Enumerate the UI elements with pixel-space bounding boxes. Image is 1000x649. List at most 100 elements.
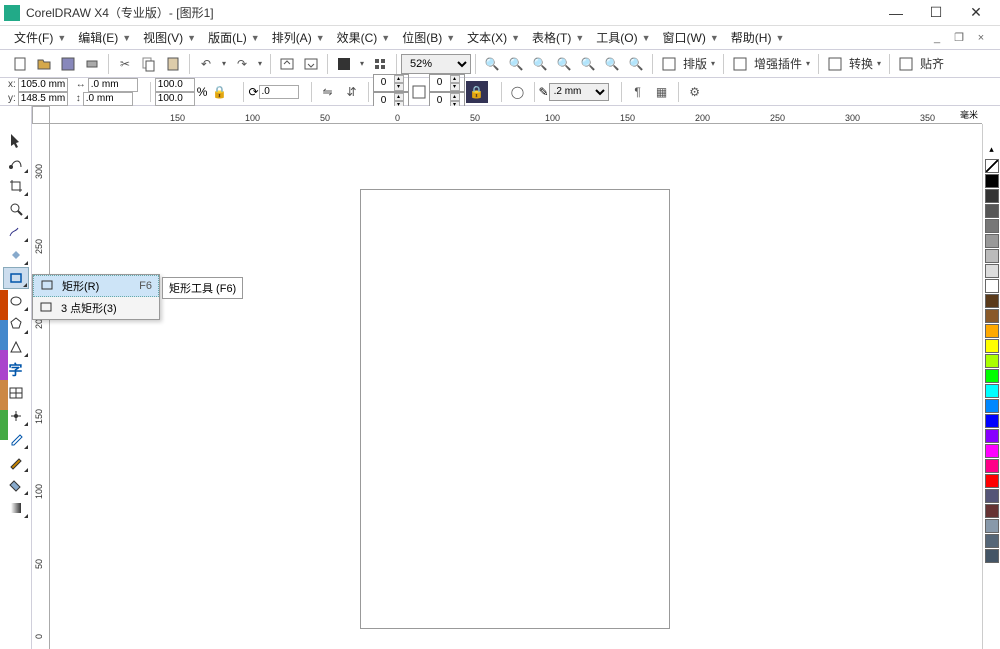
cut-button[interactable]: ✂ xyxy=(114,53,136,75)
canvas-area[interactable] xyxy=(50,124,982,649)
redo-dropdown[interactable]: ▾ xyxy=(255,53,265,75)
shape-tool[interactable] xyxy=(3,152,29,174)
swatch-6[interactable] xyxy=(985,249,999,263)
swatch-1[interactable] xyxy=(985,174,999,188)
outline-width-select[interactable]: .2 mm xyxy=(549,83,609,101)
menu-2[interactable]: 视图(V)▼ xyxy=(137,27,202,49)
interactive-fill-tool[interactable] xyxy=(3,497,29,519)
undo-button[interactable]: ↶ xyxy=(195,53,217,75)
zoom-out-button[interactable]: 🔍 xyxy=(505,53,527,75)
behind-fill-button[interactable]: ▦ xyxy=(651,81,673,103)
swatch-26[interactable] xyxy=(985,549,999,563)
swatch-19[interactable] xyxy=(985,444,999,458)
menu-11[interactable]: 帮助(H)▼ xyxy=(725,27,791,49)
new-button[interactable] xyxy=(9,53,31,75)
tb-right-label-1[interactable]: 增强插件 xyxy=(754,55,802,72)
corner-tl-spinner[interactable]: ▴▾ xyxy=(373,74,409,92)
menu-1[interactable]: 编辑(E)▼ xyxy=(72,27,137,49)
wrap-text-button[interactable]: ¶ xyxy=(627,81,649,103)
swatch-13[interactable] xyxy=(985,354,999,368)
undo-dropdown[interactable]: ▾ xyxy=(219,53,229,75)
swatch-21[interactable] xyxy=(985,474,999,488)
menu-7[interactable]: 文本(X)▼ xyxy=(461,27,526,49)
swatch-7[interactable] xyxy=(985,264,999,278)
export-button[interactable] xyxy=(300,53,322,75)
zoom-selection-button[interactable]: 🔍 xyxy=(553,53,575,75)
swatch-0[interactable] xyxy=(985,159,999,173)
to-curve-button[interactable]: ◯ xyxy=(507,81,529,103)
freehand-tool[interactable] xyxy=(3,221,29,243)
pick-tool[interactable] xyxy=(3,129,29,151)
menu-10[interactable]: 窗口(W)▼ xyxy=(657,27,725,49)
height-input[interactable] xyxy=(83,92,133,106)
menu-8[interactable]: 表格(T)▼ xyxy=(526,27,590,49)
swatch-4[interactable] xyxy=(985,219,999,233)
tb-right-icon-3[interactable] xyxy=(895,53,917,75)
minimize-button[interactable]: — xyxy=(876,1,916,25)
swatch-20[interactable] xyxy=(985,459,999,473)
swatch-17[interactable] xyxy=(985,414,999,428)
fill-tool[interactable] xyxy=(3,474,29,496)
swatch-24[interactable] xyxy=(985,519,999,533)
swatch-25[interactable] xyxy=(985,534,999,548)
doc-close-button[interactable]: × xyxy=(972,30,990,46)
tb-right-arrow-0[interactable]: ▾ xyxy=(708,53,718,75)
tb-right-label-2[interactable]: 转换 xyxy=(849,55,873,72)
swatch-9[interactable] xyxy=(985,294,999,308)
swatch-8[interactable] xyxy=(985,279,999,293)
swatch-14[interactable] xyxy=(985,369,999,383)
zoom-width-button[interactable]: 🔍 xyxy=(601,53,623,75)
redo-button[interactable]: ↷ xyxy=(231,53,253,75)
zoom-fit-button[interactable]: 🔍 xyxy=(529,53,551,75)
flyout-item-1[interactable]: 3 点矩形(3) xyxy=(33,297,159,319)
swatch-18[interactable] xyxy=(985,429,999,443)
app-launcher-dropdown[interactable]: ▾ xyxy=(357,53,367,75)
import-button[interactable] xyxy=(276,53,298,75)
tb-right-arrow-2[interactable]: ▾ xyxy=(874,53,884,75)
swatch-10[interactable] xyxy=(985,309,999,323)
corner-tr-spinner[interactable]: ▴▾ xyxy=(429,74,465,92)
scale-y-input[interactable] xyxy=(155,92,195,106)
menu-0[interactable]: 文件(F)▼ xyxy=(8,27,72,49)
copy-button[interactable] xyxy=(138,53,160,75)
close-button[interactable]: ✕ xyxy=(956,1,996,25)
swatch-11[interactable] xyxy=(985,324,999,338)
ruler-origin-button[interactable] xyxy=(32,106,50,124)
outline-tool[interactable] xyxy=(3,451,29,473)
maximize-button[interactable]: ☐ xyxy=(916,1,956,25)
width-input[interactable] xyxy=(88,78,138,92)
welcome-button[interactable] xyxy=(369,53,391,75)
x-input[interactable] xyxy=(18,78,68,92)
zoom-tool[interactable] xyxy=(3,198,29,220)
lock-ratio-button[interactable]: 🔒 xyxy=(208,81,230,103)
scale-x-input[interactable] xyxy=(155,78,195,92)
horizontal-ruler[interactable]: 毫米 15010050050100150200250300350 xyxy=(50,106,982,124)
tb-right-icon-0[interactable] xyxy=(658,53,680,75)
tb-right-icon-2[interactable] xyxy=(824,53,846,75)
mirror-v-button[interactable]: ⇵ xyxy=(341,81,363,103)
swatch-15[interactable] xyxy=(985,384,999,398)
menu-5[interactable]: 效果(C)▼ xyxy=(331,27,397,49)
tb-right-label-0[interactable]: 排版 xyxy=(683,55,707,72)
zoom-height-button[interactable]: 🔍 xyxy=(625,53,647,75)
save-button[interactable] xyxy=(57,53,79,75)
smart-fill-tool[interactable] xyxy=(3,244,29,266)
doc-minimize-button[interactable]: _ xyxy=(928,30,946,46)
menu-6[interactable]: 位图(B)▼ xyxy=(396,27,461,49)
app-launcher-button[interactable] xyxy=(333,53,355,75)
open-button[interactable] xyxy=(33,53,55,75)
zoom-page-button[interactable]: 🔍 xyxy=(577,53,599,75)
print-button[interactable] xyxy=(81,53,103,75)
crop-tool[interactable] xyxy=(3,175,29,197)
swatch-22[interactable] xyxy=(985,489,999,503)
swatch-2[interactable] xyxy=(985,189,999,203)
swatch-3[interactable] xyxy=(985,204,999,218)
mirror-h-button[interactable]: ⇋ xyxy=(317,81,339,103)
paste-button[interactable] xyxy=(162,53,184,75)
menu-4[interactable]: 排列(A)▼ xyxy=(266,27,331,49)
doc-restore-button[interactable]: ❐ xyxy=(950,30,968,46)
rotation-input[interactable] xyxy=(259,85,299,99)
menu-3[interactable]: 版面(L)▼ xyxy=(202,27,266,49)
vertical-ruler[interactable]: 300250200150100500 xyxy=(32,124,50,649)
swatch-12[interactable] xyxy=(985,339,999,353)
